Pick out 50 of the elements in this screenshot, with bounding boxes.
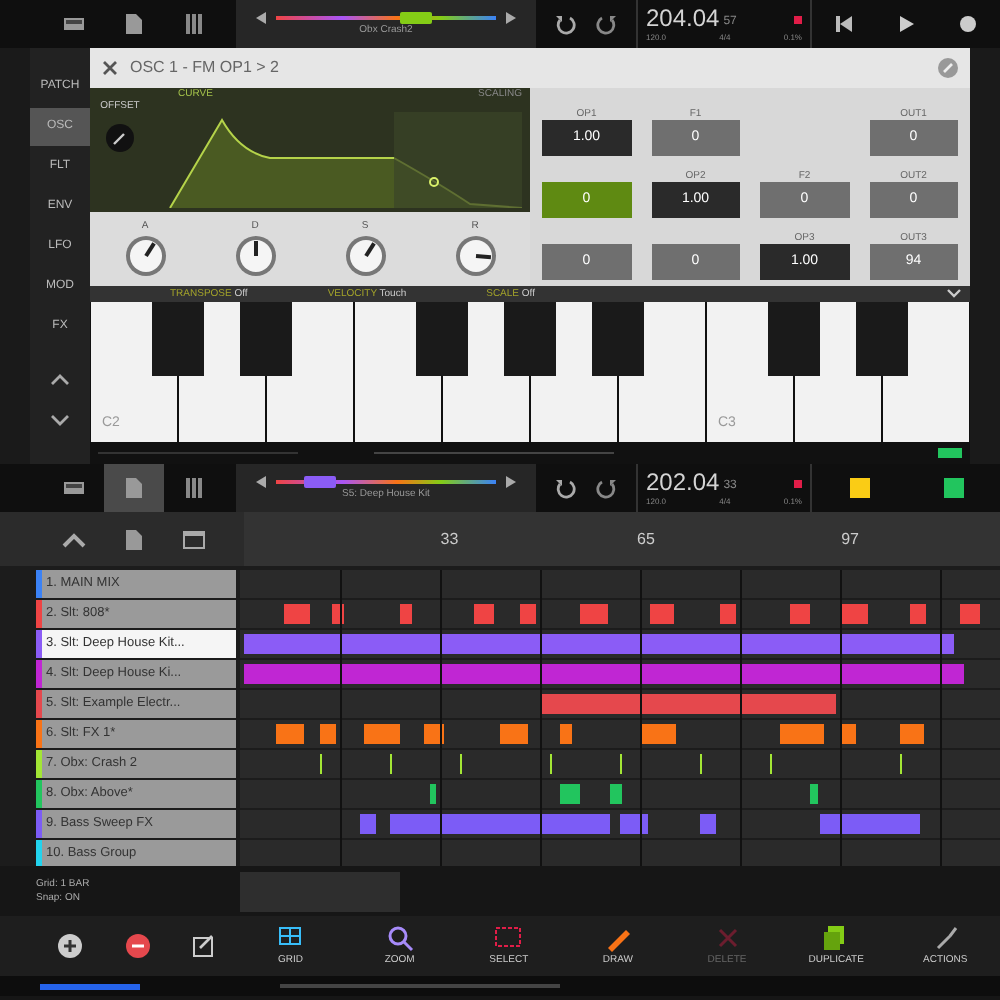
chevron-up-icon[interactable] bbox=[50, 372, 70, 388]
bar-number: 33 bbox=[440, 528, 459, 552]
knob[interactable] bbox=[233, 234, 277, 279]
chevron-down-icon[interactable] bbox=[946, 288, 962, 300]
document-icon[interactable] bbox=[122, 527, 146, 551]
time-value: 204.04 bbox=[646, 6, 720, 32]
zoom-icon bbox=[385, 923, 414, 952]
previous-arrow-icon[interactable] bbox=[256, 475, 268, 487]
arrangement-clips-drawing[interactable] bbox=[240, 570, 1000, 866]
next-arrow-icon[interactable] bbox=[504, 11, 516, 23]
pattern-square-icon[interactable] bbox=[849, 478, 869, 498]
mixer-icon[interactable] bbox=[182, 476, 206, 500]
panel-title: OSC 1 - FM OP1 > 2 bbox=[130, 56, 279, 80]
record-indicator-icon bbox=[794, 16, 802, 24]
horizontal-scrollbar[interactable] bbox=[240, 871, 400, 911]
status-led bbox=[938, 448, 962, 458]
time-value: 202.04 bbox=[646, 470, 720, 496]
overview-scrollbar[interactable] bbox=[280, 984, 560, 988]
knob[interactable] bbox=[453, 234, 497, 279]
remove-icon[interactable] bbox=[124, 932, 152, 960]
offset-knob[interactable] bbox=[104, 121, 136, 153]
pattern-square-icon[interactable] bbox=[943, 478, 963, 498]
calendar-icon[interactable] bbox=[182, 527, 206, 551]
next-arrow-icon[interactable] bbox=[504, 475, 516, 487]
play-icon[interactable] bbox=[895, 14, 916, 34]
knob[interactable] bbox=[343, 234, 387, 279]
record-icon[interactable] bbox=[958, 14, 979, 34]
previous-arrow-icon[interactable] bbox=[256, 11, 268, 23]
keyboard-icon[interactable] bbox=[62, 12, 86, 36]
undo-icon[interactable] bbox=[552, 12, 576, 36]
redo-icon[interactable] bbox=[596, 476, 620, 500]
record-indicator-icon bbox=[794, 480, 802, 488]
position-bar bbox=[40, 983, 140, 989]
redo-icon[interactable] bbox=[596, 12, 620, 36]
skip-back-icon[interactable] bbox=[833, 14, 854, 34]
document-icon[interactable] bbox=[122, 476, 146, 500]
undo-icon[interactable] bbox=[552, 476, 576, 500]
edit-icon[interactable] bbox=[192, 934, 216, 958]
chevron-down-icon[interactable] bbox=[50, 412, 70, 428]
knob[interactable] bbox=[123, 234, 167, 279]
keyboard-icon[interactable] bbox=[62, 476, 86, 500]
close-icon[interactable] bbox=[102, 60, 118, 76]
add-icon[interactable] bbox=[56, 932, 84, 960]
bar-number: 65 bbox=[637, 528, 655, 552]
close-icon bbox=[713, 923, 742, 952]
select-icon bbox=[494, 923, 523, 952]
bar-number: 97 bbox=[841, 528, 860, 552]
piano-keyboard-drawing[interactable] bbox=[90, 302, 970, 442]
mixer-icon[interactable] bbox=[182, 12, 206, 36]
document-icon[interactable] bbox=[122, 12, 146, 36]
